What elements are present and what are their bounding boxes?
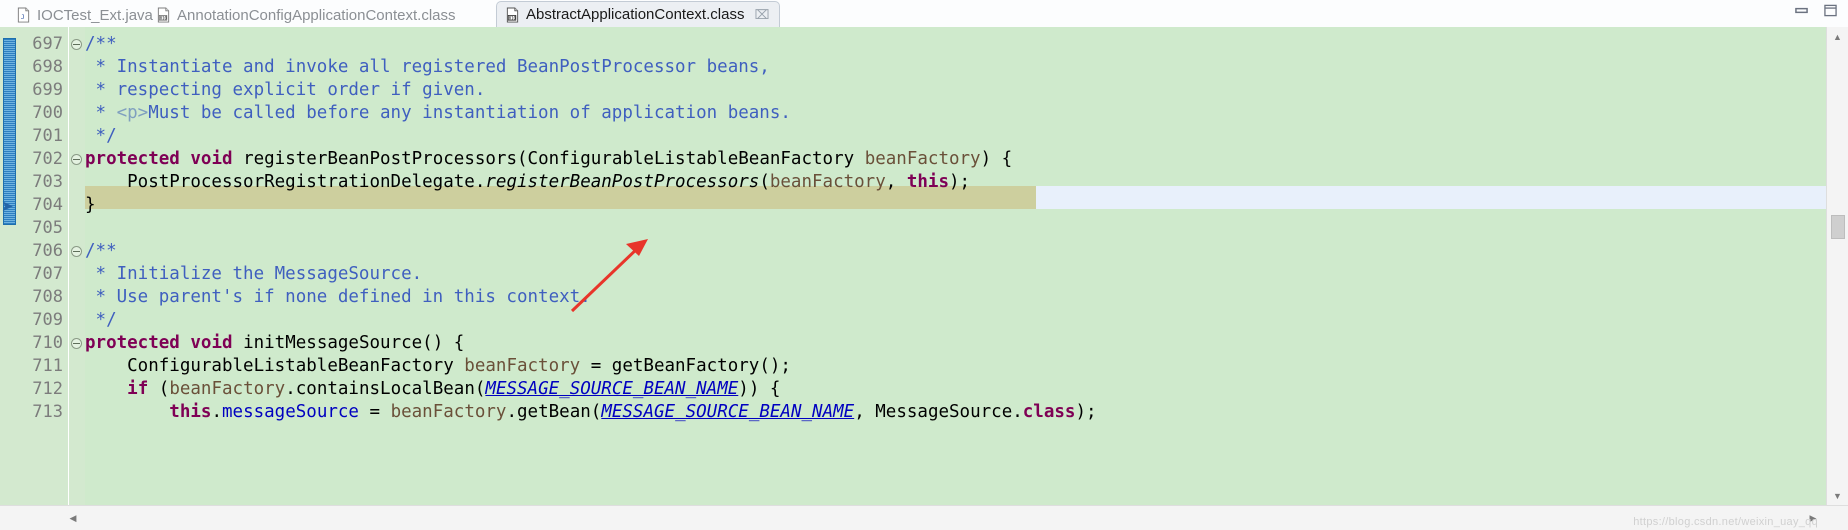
line-number: 713 [32, 402, 63, 422]
code-line-text: /** [85, 241, 117, 261]
code-line[interactable]: /** [85, 33, 1826, 56]
fold-collapse-icon[interactable] [71, 246, 82, 257]
fold-collapse-icon[interactable] [71, 338, 82, 349]
code-line[interactable]: if (beanFactory.containsLocalBean(MESSAG… [85, 378, 1826, 401]
code-line[interactable]: * Initialize the MessageSource. [85, 263, 1826, 286]
tab-abstractapplicationcontext-class[interactable]: 010 AbstractApplicationContext.class ⌧ [496, 1, 781, 27]
class-file-icon: 010 [157, 7, 170, 23]
code-line-text: } [85, 195, 96, 215]
line-number: 709 [32, 310, 63, 330]
code-line-text: if (beanFactory.containsLocalBean(MESSAG… [127, 379, 781, 399]
line-number: 701 [32, 126, 63, 146]
line-number: 704 [32, 195, 63, 215]
code-line[interactable]: * respecting explicit order if given. [85, 79, 1826, 102]
line-number: 706 [32, 241, 63, 261]
code-line-text: * Initialize the MessageSource. [85, 264, 423, 284]
line-number: 703 [32, 172, 63, 192]
folding-column[interactable] [69, 27, 85, 505]
code-line-text: */ [85, 310, 117, 330]
tab-annotationconfigapplicationcontext-class[interactable]: 010 AnnotationConfigApplicationContext.c… [148, 3, 466, 27]
code-line[interactable]: */ [85, 125, 1826, 148]
code-line-text: */ [85, 126, 117, 146]
code-editor-area[interactable]: ➤ 696 6976986997007017027037047057067077… [0, 27, 1848, 505]
code-line-text: * <p>Must be called before any instantia… [85, 103, 791, 123]
line-number: 707 [32, 264, 63, 284]
class-file-icon: 010 [506, 7, 519, 22]
code-line-text: * respecting explicit order if given. [85, 80, 486, 100]
svg-text:010: 010 [509, 15, 517, 20]
window-controls [1794, 4, 1838, 17]
code-line[interactable]: * Instantiate and invoke all registered … [85, 56, 1826, 79]
line-number: 697 [32, 34, 63, 54]
editor-tab-bar: J IOCTest_Ext.java 010 AnnotationConfigA… [0, 0, 1848, 28]
close-icon[interactable]: ⌧ [754, 8, 769, 21]
code-line[interactable]: protected void registerBeanPostProcessor… [85, 148, 1826, 171]
minimize-icon[interactable] [1794, 4, 1809, 17]
line-number: 699 [32, 80, 63, 100]
current-line-marker-icon: ➤ [1, 198, 14, 215]
code-line[interactable]: /** [85, 240, 1826, 263]
vertical-scrollbar[interactable]: ▲ ▼ [1826, 27, 1848, 505]
line-number: 710 [32, 333, 63, 353]
tab-label: IOCTest_Ext.java [37, 6, 153, 24]
annotation-marker-bar[interactable]: ➤ [0, 27, 21, 505]
horizontal-scrollbar[interactable]: ◀ ▶ https://blog.csdn.net/weixin_uay_qq [0, 505, 1848, 530]
vertical-scroll-thumb[interactable] [1831, 215, 1845, 239]
code-text-surface[interactable]: /** * Instantiate and invoke all registe… [85, 27, 1826, 505]
line-number: 700 [32, 103, 63, 123]
tab-label: AnnotationConfigApplicationContext.class [177, 6, 456, 24]
watermark-text: https://blog.csdn.net/weixin_uay_qq [1633, 516, 1818, 528]
code-line-text: /** [85, 34, 117, 54]
code-line[interactable]: protected void initMessageSource() { [85, 332, 1826, 355]
scroll-up-icon[interactable]: ▲ [1827, 28, 1848, 45]
line-number: 708 [32, 287, 63, 307]
maximize-icon[interactable] [1823, 4, 1838, 17]
svg-text:J: J [21, 13, 25, 21]
code-line-text: protected void registerBeanPostProcessor… [85, 149, 1013, 169]
code-line-text: this.messageSource = beanFactory.getBean… [169, 402, 1097, 422]
line-number-ruler: 696 697698699700701702703704705706707708… [20, 27, 68, 505]
line-number: 705 [32, 218, 63, 238]
code-line[interactable]: * Use parent's if none defined in this c… [85, 286, 1826, 309]
fold-collapse-icon[interactable] [71, 39, 82, 50]
code-line[interactable]: */ [85, 309, 1826, 332]
line-number: 712 [32, 379, 63, 399]
svg-text:010: 010 [160, 15, 168, 20]
eclipse-editor-window: J IOCTest_Ext.java 010 AnnotationConfigA… [0, 0, 1848, 530]
line-number: 702 [32, 149, 63, 169]
tab-ioctest-ext-java[interactable]: J IOCTest_Ext.java [8, 3, 163, 27]
code-line[interactable]: * <p>Must be called before any instantia… [85, 102, 1826, 125]
code-line[interactable]: PostProcessorRegistrationDelegate.regist… [85, 171, 1826, 194]
tab-label: AbstractApplicationContext.class [526, 6, 745, 23]
code-line[interactable]: ConfigurableListableBeanFactory beanFact… [85, 355, 1826, 378]
java-file-icon: J [17, 7, 30, 23]
code-line-text: PostProcessorRegistrationDelegate.regist… [85, 172, 971, 192]
line-number: 698 [32, 57, 63, 77]
code-line-text: * Instantiate and invoke all registered … [85, 57, 770, 77]
code-line-text: protected void initMessageSource() { [85, 333, 465, 353]
occurrence-marker[interactable] [3, 38, 16, 225]
code-line-text: ConfigurableListableBeanFactory beanFact… [85, 356, 791, 376]
code-line[interactable]: this.messageSource = beanFactory.getBean… [85, 401, 1826, 424]
fold-collapse-icon[interactable] [71, 154, 82, 165]
code-line-text: * Use parent's if none defined in this c… [85, 287, 591, 307]
scroll-left-icon[interactable]: ◀ [64, 509, 82, 527]
scroll-down-icon[interactable]: ▼ [1827, 487, 1848, 504]
code-line[interactable] [85, 217, 1826, 240]
line-number: 711 [32, 356, 63, 376]
